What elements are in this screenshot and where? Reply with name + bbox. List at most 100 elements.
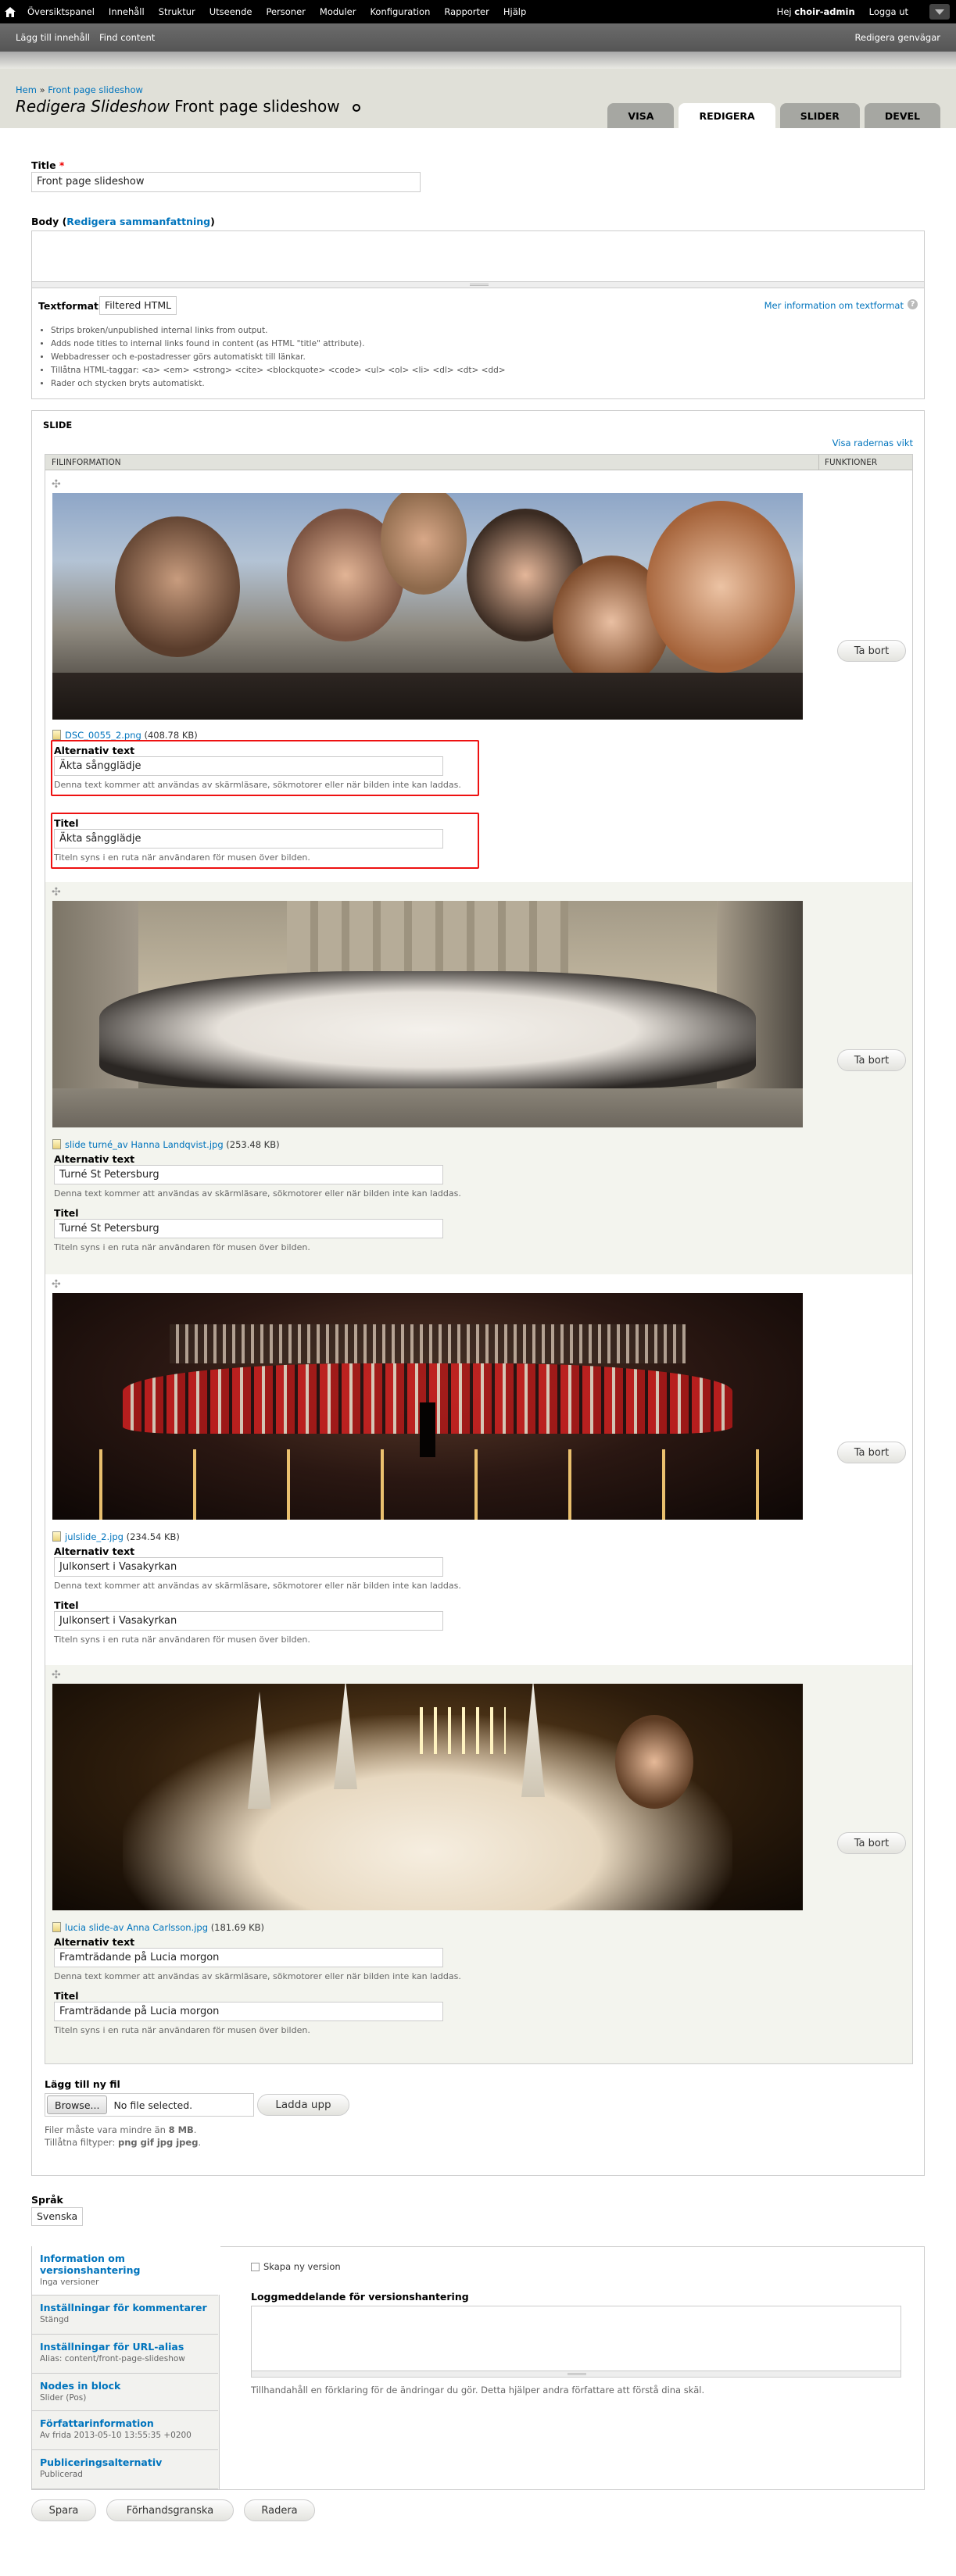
image-title-input[interactable]: Julkonsert i Vasakyrkan xyxy=(54,1611,443,1631)
logout-link[interactable]: Logga ut xyxy=(862,6,915,17)
file-link[interactable]: julslide_2.jpg xyxy=(65,1531,124,1542)
vtab-title: Nodes in block xyxy=(40,2380,121,2392)
contextual-gear-icon[interactable] xyxy=(353,103,360,112)
vtab-url-alias[interactable]: Inställningar för URL-alias Alias: conte… xyxy=(32,2334,218,2373)
text-format-help-link[interactable]: Mer information om textformat xyxy=(764,300,904,311)
tab-edit[interactable]: Redigera xyxy=(679,103,775,128)
file-link[interactable]: DSC_0055_2.png xyxy=(65,730,141,741)
toolbar-item-configuration[interactable]: Konfiguration xyxy=(363,0,437,23)
vtab-revision-info[interactable]: Information om versionshantering Inga ve… xyxy=(32,2246,220,2295)
log-message-textarea[interactable] xyxy=(251,2306,901,2371)
tip-item: Adds node titles to internal links found… xyxy=(51,338,506,351)
alt-text-input[interactable]: Turné St Petersburg xyxy=(54,1165,443,1184)
file-link-row: lucia slide-av Anna Carlsson.jpg (181.69… xyxy=(52,1922,264,1933)
tip-item: Strips broken/unpublished internal links… xyxy=(51,324,506,338)
edit-summary-link[interactable]: Redigera sammanfattning xyxy=(66,216,210,227)
toolbar-item-help[interactable]: Hjälp xyxy=(496,0,533,23)
size-note-prefix: Filer måste vara mindre än xyxy=(45,2124,166,2135)
image-title-input[interactable]: Turné St Petersburg xyxy=(54,1219,443,1238)
file-link-row: DSC_0055_2.png (408.78 KB) xyxy=(52,730,198,741)
breadcrumb-current[interactable]: Front page slideshow xyxy=(48,84,143,95)
upload-button[interactable]: Ladda upp xyxy=(257,2094,349,2116)
alt-text-description: Denna text kommer att användas av skärml… xyxy=(54,780,461,790)
slide-image-tour xyxy=(52,901,803,1127)
vtab-title: Författarinformation xyxy=(40,2417,154,2429)
image-title-input[interactable]: Äkta sångglädje xyxy=(54,829,443,849)
vtab-summary: Stängd xyxy=(40,2315,70,2324)
primary-tabs: Visa Redigera Slider Devel xyxy=(607,103,940,128)
alt-text-description: Denna text kommer att användas av skärml… xyxy=(54,1971,461,1981)
alt-text-input[interactable]: Julkonsert i Vasakyrkan xyxy=(54,1557,443,1577)
body-label: Body (Redigera sammanfattning) xyxy=(31,216,215,227)
drag-handle-icon[interactable]: ✣ xyxy=(52,1279,61,1290)
delete-button[interactable]: Radera xyxy=(244,2499,315,2521)
show-row-weights-link[interactable]: Visa radernas vikt xyxy=(832,438,913,448)
alt-text-input[interactable]: Äkta sångglädje xyxy=(54,756,443,776)
alt-text-input[interactable]: Framträdande på Lucia morgon xyxy=(54,1948,443,1967)
home-icon[interactable] xyxy=(0,0,20,23)
drag-handle-icon[interactable]: ✣ xyxy=(52,1670,61,1681)
file-size: (181.69 KB) xyxy=(210,1922,264,1933)
image-file-icon xyxy=(52,1139,61,1149)
toolbar-toggle[interactable] xyxy=(929,4,950,20)
language-select[interactable]: Svenska xyxy=(31,2207,84,2226)
drag-handle-icon[interactable]: ✣ xyxy=(52,887,61,898)
vertical-tabs: Information om versionshantering Inga ve… xyxy=(31,2246,925,2490)
image-file-icon xyxy=(52,1922,61,1932)
tab-slider[interactable]: Slider xyxy=(779,103,860,128)
vtab-authoring-info[interactable]: Författarinformation Av frida 2013-05-10… xyxy=(32,2410,218,2449)
remove-button[interactable]: Ta bort xyxy=(837,1832,906,1854)
breadcrumb: Hem » Front page slideshow xyxy=(16,84,143,95)
log-resize-handle[interactable] xyxy=(251,2371,901,2378)
header-shade xyxy=(0,52,956,69)
toolbar-user: Hej choir-admin Logga ut xyxy=(770,0,915,23)
body-textarea[interactable] xyxy=(31,230,925,282)
vtab-comment-settings[interactable]: Inställningar för kommentarer Stängd xyxy=(32,2295,218,2334)
new-revision-checkbox[interactable] xyxy=(251,2262,260,2271)
remove-button[interactable]: Ta bort xyxy=(837,1442,906,1463)
toolbar-item-people[interactable]: Personer xyxy=(259,0,312,23)
toolbar-item-content[interactable]: Innehåll xyxy=(102,0,152,23)
remove-button[interactable]: Ta bort xyxy=(837,640,906,662)
tab-devel[interactable]: Devel xyxy=(864,103,940,128)
required-marker: * xyxy=(59,159,65,171)
remove-button[interactable]: Ta bort xyxy=(837,1049,906,1071)
image-title-input[interactable]: Framträdande på Lucia morgon xyxy=(54,2002,443,2021)
shortcut-find-content[interactable]: Find content xyxy=(99,32,155,43)
shortcut-add-content[interactable]: Lägg till innehåll xyxy=(16,32,90,43)
vtab-nodes-in-block[interactable]: Nodes in block Slider (Pos) xyxy=(32,2373,218,2410)
drag-handle-icon[interactable]: ✣ xyxy=(52,479,61,490)
toolbar-item-dashboard[interactable]: Översiktspanel xyxy=(20,0,102,23)
body-resize-handle[interactable] xyxy=(31,282,925,288)
toolbar-item-structure[interactable]: Struktur xyxy=(152,0,202,23)
chevron-down-icon xyxy=(935,9,944,15)
vtab-publishing-options[interactable]: Publiceringsalternativ Publicerad xyxy=(32,2449,218,2489)
slide-image-singers xyxy=(52,493,803,720)
file-link[interactable]: lucia slide-av Anna Carlsson.jpg xyxy=(65,1922,208,1933)
toolbar-item-appearance[interactable]: Utseende xyxy=(202,0,260,23)
save-button[interactable]: Spara xyxy=(31,2499,96,2521)
username-link[interactable]: choir-admin xyxy=(794,6,854,17)
alt-text-label: Alternativ text xyxy=(54,1545,135,1557)
file-link[interactable]: slide turné_av Hanna Landqvist.jpg xyxy=(65,1139,224,1150)
help-icon[interactable]: ? xyxy=(908,299,918,309)
tab-view[interactable]: Visa xyxy=(607,103,675,128)
vtab-title: Publiceringsalternativ xyxy=(40,2456,163,2468)
file-link-row: slide turné_av Hanna Landqvist.jpg (253.… xyxy=(52,1139,280,1150)
vtab-title: Information om versionshantering xyxy=(40,2253,141,2276)
file-link-row: julslide_2.jpg (234.54 KB) xyxy=(52,1531,180,1542)
text-format-label: Textformat xyxy=(38,300,99,312)
page-title-prefix: Redigera xyxy=(16,97,86,116)
breadcrumb-home[interactable]: Hem xyxy=(16,84,37,95)
browse-button[interactable]: Browse... xyxy=(47,2095,108,2114)
title-input[interactable]: Front page slideshow xyxy=(31,172,421,192)
image-file-icon xyxy=(52,730,61,740)
text-format-select[interactable]: Filtered HTML xyxy=(99,296,177,315)
page-title: Redigera Slideshow Front page slideshow xyxy=(16,97,360,116)
title-label-text: Title xyxy=(31,159,56,171)
toolbar-item-modules[interactable]: Moduler xyxy=(313,0,363,23)
preview-button[interactable]: Förhandsgranska xyxy=(106,2499,234,2521)
toolbar-item-reports[interactable]: Rapporter xyxy=(437,0,496,23)
image-title-description: Titeln syns i en ruta när användaren för… xyxy=(54,1635,310,1645)
edit-shortcuts-link[interactable]: Redigera genvägar xyxy=(855,32,940,43)
